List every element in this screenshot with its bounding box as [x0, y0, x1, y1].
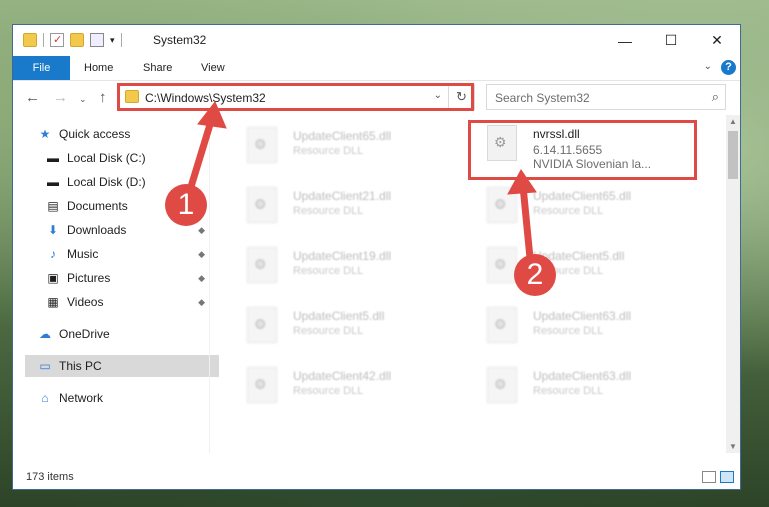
annotation-arrows: [186, 101, 537, 262]
step-marker-2: 2: [514, 254, 556, 296]
arrow-2-head: [507, 169, 537, 195]
arrow-2-shaft: [519, 182, 534, 262]
step-marker-1: 1: [165, 184, 207, 226]
arrow-1-head: [197, 101, 227, 129]
arrow-1-shaft: [186, 114, 216, 194]
